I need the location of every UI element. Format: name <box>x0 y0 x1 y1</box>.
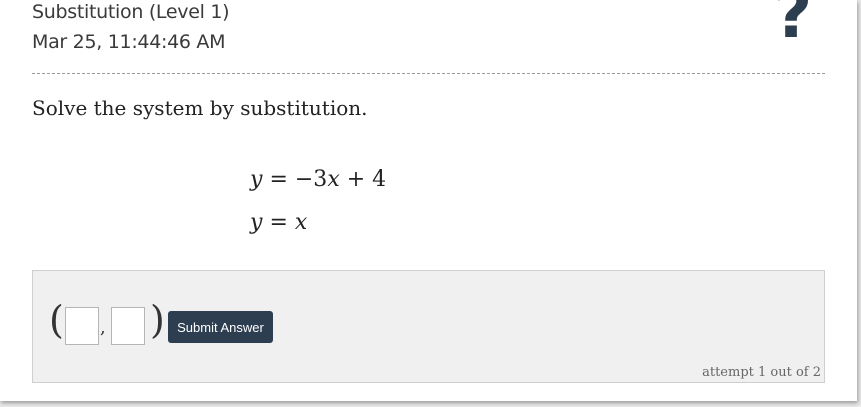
equation-2-lhs: y <box>250 210 263 235</box>
equation-1-equals: = <box>269 167 288 192</box>
attempt-counter: attempt 1 out of 2 <box>702 365 821 380</box>
open-paren: ( <box>49 298 64 342</box>
equation-2-equals: = <box>269 210 288 235</box>
answer-panel: ( , ) Submit Answer attempt 1 out of 2 <box>32 270 825 383</box>
equation-1-lhs: y <box>250 167 263 192</box>
page-title: Substitution (Level 1) <box>32 1 230 23</box>
equation-2: y = x <box>250 210 307 235</box>
comma: , <box>100 317 106 338</box>
x-answer-input[interactable] <box>65 307 99 345</box>
y-answer-input[interactable] <box>111 307 145 345</box>
help-icon[interactable]: ? <box>774 0 812 48</box>
question-prompt: Solve the system by substitution. <box>32 96 368 120</box>
timestamp: Mar 25, 11:44:46 AM <box>32 31 226 53</box>
equation-1-coefficient: −3 <box>294 167 328 192</box>
equation-2-variable: x <box>294 210 308 235</box>
question-card: Substitution (Level 1) Mar 25, 11:44:46 … <box>0 0 857 401</box>
close-paren: ) <box>150 298 165 342</box>
divider <box>32 73 825 74</box>
equation-1-variable: x <box>327 167 340 192</box>
submit-answer-button[interactable]: Submit Answer <box>168 311 273 343</box>
equation-1: y = −3x + 4 <box>250 167 386 192</box>
equation-1-constant: + 4 <box>346 167 387 192</box>
